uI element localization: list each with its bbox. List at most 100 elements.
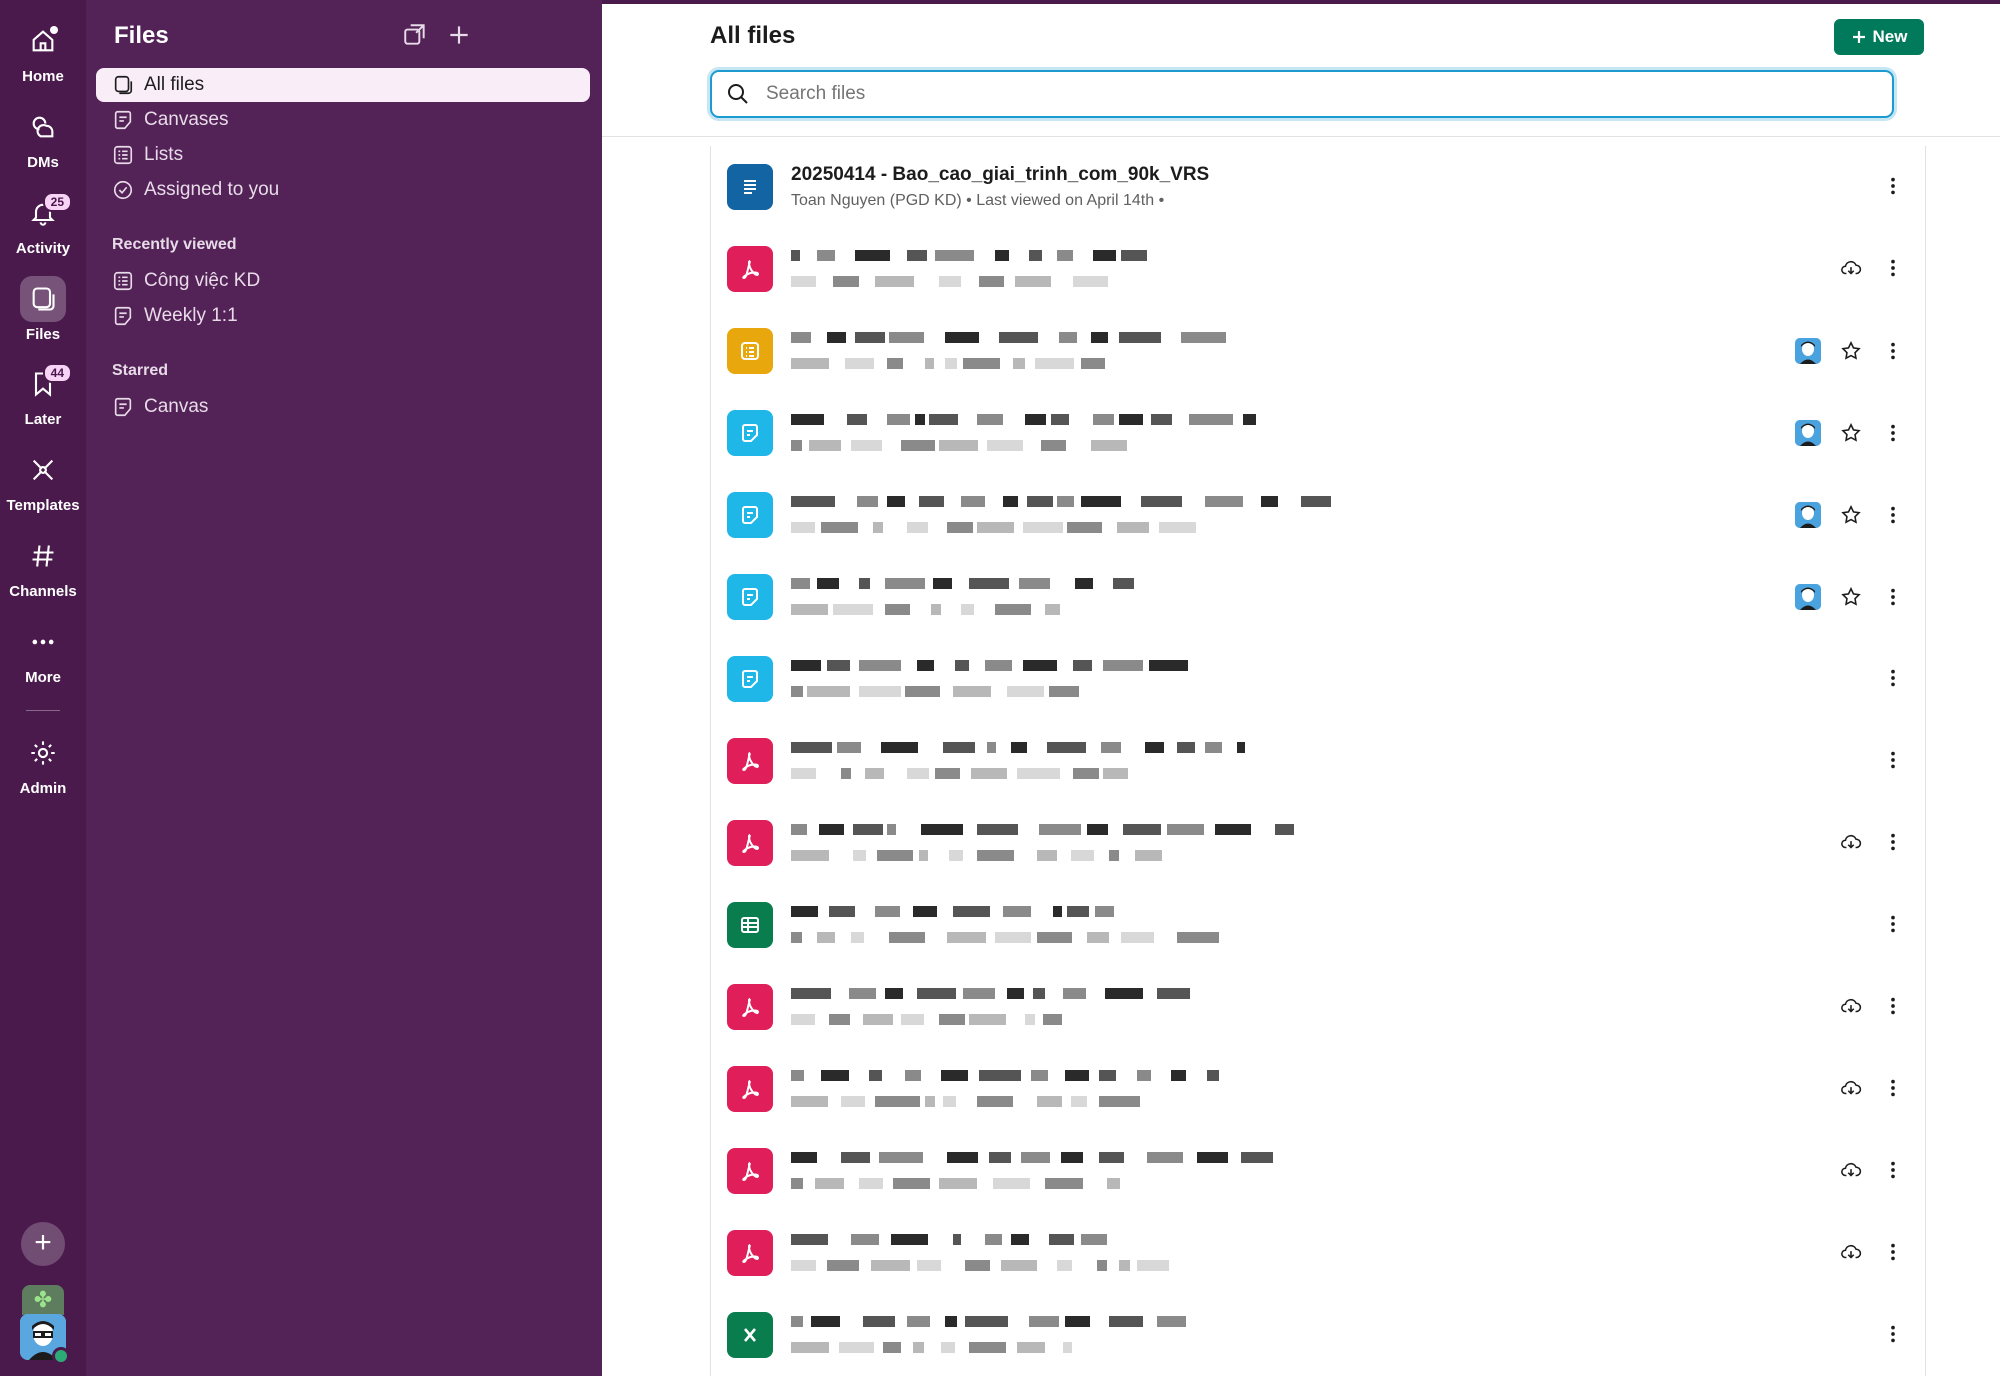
file-actions — [1795, 584, 1905, 610]
file-row[interactable] — [711, 228, 1925, 311]
more-options-icon[interactable] — [1881, 1076, 1905, 1100]
file-row[interactable] — [711, 638, 1925, 721]
redacted-text — [827, 1260, 859, 1271]
redacted-text — [1093, 414, 1114, 425]
shared-with-avatar[interactable] — [1795, 338, 1821, 364]
excel-file-icon — [727, 1312, 773, 1358]
download-icon[interactable] — [1839, 994, 1863, 1018]
redacted-text — [1099, 1096, 1140, 1107]
shared-with-avatar[interactable] — [1795, 502, 1821, 528]
sidebar-item-canvases[interactable]: Canvases — [96, 103, 590, 137]
file-row[interactable] — [711, 1048, 1925, 1131]
file-row[interactable] — [711, 802, 1925, 885]
sidebar-item-assigned-to-you[interactable]: Assigned to you — [96, 173, 590, 207]
redacted-text — [1035, 358, 1074, 369]
file-row[interactable] — [711, 966, 1925, 1049]
redacted-text — [791, 414, 824, 425]
rail-item-files[interactable]: Files — [0, 276, 86, 343]
rail-item-more[interactable]: More — [0, 619, 86, 686]
more-options-icon[interactable] — [1881, 830, 1905, 854]
open-in-window-icon[interactable] — [402, 22, 428, 48]
more-options-icon[interactable] — [1881, 1322, 1905, 1346]
shared-with-avatar[interactable] — [1795, 584, 1821, 610]
recent-item-weekly-1-1[interactable]: Weekly 1:1 — [96, 299, 590, 333]
redacted-text — [1141, 496, 1182, 507]
pdf-file-icon — [727, 246, 773, 292]
more-options-icon[interactable] — [1881, 256, 1905, 280]
download-icon[interactable] — [1839, 256, 1863, 280]
redacted-text — [1011, 742, 1027, 753]
file-row[interactable] — [711, 1294, 1925, 1376]
add-workspace-button[interactable]: + — [21, 1222, 65, 1266]
more-options-icon[interactable] — [1881, 1158, 1905, 1182]
new-button[interactable]: New — [1834, 19, 1924, 55]
redacted-text — [863, 1014, 893, 1025]
redacted-text — [821, 522, 858, 533]
redacted-text — [829, 906, 855, 917]
more-options-icon[interactable] — [1881, 503, 1905, 527]
file-row[interactable]: 20250414 - Bao_cao_giai_trinh_com_90k_VR… — [711, 146, 1925, 229]
file-row[interactable] — [711, 392, 1925, 475]
shared-with-avatar[interactable] — [1795, 420, 1821, 446]
download-icon[interactable] — [1839, 830, 1863, 854]
search-box[interactable] — [710, 70, 1894, 118]
plus-icon[interactable] — [446, 22, 472, 48]
more-options-icon[interactable] — [1881, 912, 1905, 936]
redacted-text — [1045, 1178, 1083, 1189]
redacted-text — [1123, 824, 1161, 835]
more-options-icon[interactable] — [1881, 585, 1905, 609]
redacted-text — [931, 604, 941, 615]
redacted-text — [833, 276, 859, 287]
rail-item-channels[interactable]: Channels — [0, 533, 86, 600]
rail-label: More — [25, 669, 61, 686]
file-row[interactable] — [711, 1130, 1925, 1213]
more-options-icon[interactable] — [1881, 1240, 1905, 1264]
download-icon[interactable] — [1839, 1158, 1863, 1182]
starred-item-canvas[interactable]: Canvas — [96, 390, 590, 424]
file-name[interactable]: 20250414 - Bao_cao_giai_trinh_com_90k_VR… — [791, 164, 1209, 186]
redacted-text — [1101, 742, 1121, 753]
more-options-icon[interactable] — [1881, 339, 1905, 363]
redacted-text — [1073, 660, 1092, 671]
redacted-text — [1065, 1316, 1090, 1327]
star-icon[interactable] — [1839, 339, 1863, 363]
redacted-text — [887, 358, 903, 369]
recent-item-c-ng-vi-c-kd[interactable]: Công việc KD — [96, 264, 590, 298]
redacted-text — [1017, 1342, 1045, 1353]
star-icon[interactable] — [1839, 585, 1863, 609]
more-options-icon[interactable] — [1881, 666, 1905, 690]
file-row[interactable] — [711, 556, 1925, 639]
sidebar-item-lists[interactable]: Lists — [96, 138, 590, 172]
file-row[interactable] — [711, 720, 1925, 803]
star-icon[interactable] — [1839, 503, 1863, 527]
download-icon[interactable] — [1839, 1076, 1863, 1100]
count-badge: 25 — [42, 192, 72, 212]
more-options-icon[interactable] — [1881, 174, 1905, 198]
redacted-text — [1081, 496, 1121, 507]
more-options-icon[interactable] — [1881, 421, 1905, 445]
rail-item-templates[interactable]: Templates — [0, 447, 86, 514]
file-row[interactable] — [711, 474, 1925, 557]
file-row[interactable] — [711, 310, 1925, 393]
rail-item-dms[interactable]: DMs — [0, 104, 86, 171]
workspace-icon[interactable]: ✤ — [22, 1285, 64, 1315]
search-input[interactable] — [764, 82, 1892, 106]
redacted-text — [851, 932, 864, 943]
more-options-icon[interactable] — [1881, 994, 1905, 1018]
rail-item-home[interactable]: Home — [0, 18, 86, 85]
main-content: All files New 20250414 - Bao_cao_giai_tr… — [602, 0, 2000, 1376]
redacted-text — [1057, 1260, 1072, 1271]
download-icon[interactable] — [1839, 1240, 1863, 1264]
sidebar-item-all-files[interactable]: All files — [96, 68, 590, 102]
redacted-text — [1135, 850, 1162, 861]
rail-item-activity[interactable]: 25 Activity — [0, 190, 86, 257]
more-options-icon[interactable] — [1881, 748, 1905, 772]
rail-item-admin[interactable]: Admin — [0, 730, 86, 797]
redacted-text — [943, 1096, 956, 1107]
file-row[interactable] — [711, 1212, 1925, 1295]
star-icon[interactable] — [1839, 421, 1863, 445]
rail-item-later[interactable]: 44 Later — [0, 361, 86, 428]
redacted-text — [887, 496, 905, 507]
file-row[interactable] — [711, 884, 1925, 967]
file-actions — [1881, 748, 1905, 772]
